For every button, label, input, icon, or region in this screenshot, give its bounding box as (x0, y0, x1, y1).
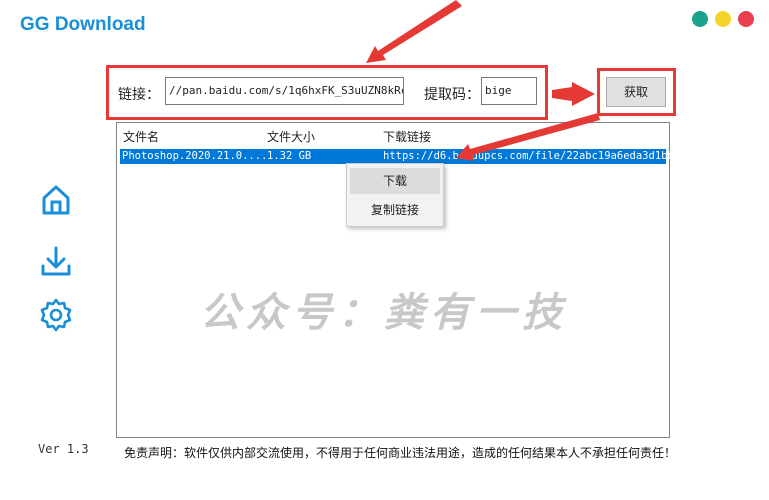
arrow-to-input (366, 0, 462, 63)
arrow-to-button (552, 82, 595, 106)
arrow-to-menu (456, 113, 600, 161)
annotation-arrows (366, 0, 600, 161)
